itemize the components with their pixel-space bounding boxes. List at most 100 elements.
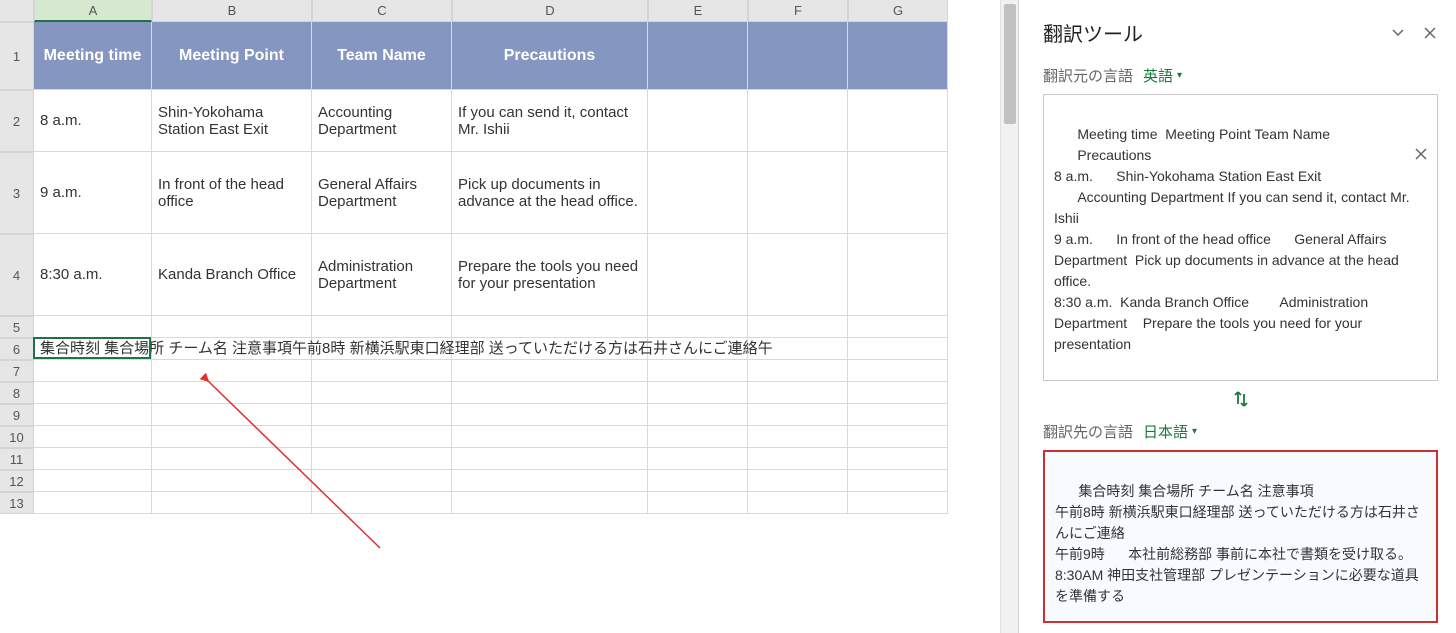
cell-B13[interactable] [152, 492, 312, 514]
cell-D8[interactable] [452, 382, 648, 404]
cell-B7[interactable] [152, 360, 312, 382]
cell-G13[interactable] [848, 492, 948, 514]
cell-B5[interactable] [152, 316, 312, 338]
cell-D4[interactable]: Prepare the tools you need for your pres… [452, 234, 648, 316]
cell-E12[interactable] [648, 470, 748, 492]
column-header-B[interactable]: B [152, 0, 312, 22]
column-header-F[interactable]: F [748, 0, 848, 22]
cell-C9[interactable] [312, 404, 452, 426]
cell-D7[interactable] [452, 360, 648, 382]
row-header-4[interactable]: 4 [0, 234, 34, 316]
cell-E8[interactable] [648, 382, 748, 404]
cell-G4[interactable] [848, 234, 948, 316]
cell-C10[interactable] [312, 426, 452, 448]
scrollbar-thumb[interactable] [1004, 4, 1016, 124]
cell-E3[interactable] [648, 152, 748, 234]
cell-F8[interactable] [748, 382, 848, 404]
cell-F9[interactable] [748, 404, 848, 426]
cell-D11[interactable] [452, 448, 648, 470]
cell-F11[interactable] [748, 448, 848, 470]
row-header-1[interactable]: 1 [0, 22, 34, 90]
source-text-box[interactable]: Meeting time Meeting Point Team Name Pre… [1043, 94, 1438, 381]
cell-A8[interactable] [34, 382, 152, 404]
row-header-13[interactable]: 13 [0, 492, 34, 514]
cell-G11[interactable] [848, 448, 948, 470]
cell-D12[interactable] [452, 470, 648, 492]
row-header-3[interactable]: 3 [0, 152, 34, 234]
cell-C4[interactable]: Administration Department [312, 234, 452, 316]
swap-languages-icon[interactable] [1231, 389, 1251, 415]
cell-E13[interactable] [648, 492, 748, 514]
cell-E1[interactable] [648, 22, 748, 90]
column-header-D[interactable]: D [452, 0, 648, 22]
cell-A11[interactable] [34, 448, 152, 470]
cell-E11[interactable] [648, 448, 748, 470]
clear-source-icon[interactable] [1415, 103, 1429, 117]
cell-F13[interactable] [748, 492, 848, 514]
cell-C11[interactable] [312, 448, 452, 470]
column-header-E[interactable]: E [648, 0, 748, 22]
target-text-box[interactable]: 集合時刻 集合場所 チーム名 注意事項 午前8時 新横浜駅東口経理部 送っていた… [1043, 450, 1438, 623]
cell-A1[interactable]: Meeting time [34, 22, 152, 90]
cell-F12[interactable] [748, 470, 848, 492]
cell-F2[interactable] [748, 90, 848, 152]
cell-A13[interactable] [34, 492, 152, 514]
cell-C13[interactable] [312, 492, 452, 514]
cell-D1[interactable]: Precautions [452, 22, 648, 90]
cell-D5[interactable] [452, 316, 648, 338]
close-icon[interactable] [1422, 25, 1438, 41]
cell-C3[interactable]: General Affairs Department [312, 152, 452, 234]
cell-B4[interactable]: Kanda Branch Office [152, 234, 312, 316]
column-header-G[interactable]: G [848, 0, 948, 22]
cell-A12[interactable] [34, 470, 152, 492]
cell-A3[interactable]: 9 a.m. [34, 152, 152, 234]
cell-F3[interactable] [748, 152, 848, 234]
cell-E4[interactable] [648, 234, 748, 316]
cell-F10[interactable] [748, 426, 848, 448]
cell-B1[interactable]: Meeting Point [152, 22, 312, 90]
cell-F7[interactable] [748, 360, 848, 382]
cell-B12[interactable] [152, 470, 312, 492]
cell-G12[interactable] [848, 470, 948, 492]
cell-B11[interactable] [152, 448, 312, 470]
target-language-dropdown[interactable]: 日本語 ▾ [1143, 421, 1197, 442]
cell-F5[interactable] [748, 316, 848, 338]
vertical-scrollbar[interactable] [1000, 0, 1018, 633]
row-header-6[interactable]: 6 [0, 338, 34, 360]
cell-B8[interactable] [152, 382, 312, 404]
row-header-8[interactable]: 8 [0, 382, 34, 404]
row-header-10[interactable]: 10 [0, 426, 34, 448]
cell-F4[interactable] [748, 234, 848, 316]
cell-D3[interactable]: Pick up documents in advance at the head… [452, 152, 648, 234]
cell-C1[interactable]: Team Name [312, 22, 452, 90]
cell-C8[interactable] [312, 382, 452, 404]
cell-E7[interactable] [648, 360, 748, 382]
cell-A2[interactable]: 8 a.m. [34, 90, 152, 152]
cell-E9[interactable] [648, 404, 748, 426]
spreadsheet-area[interactable]: ABCDEFG1Meeting timeMeeting PointTeam Na… [0, 0, 1018, 633]
select-all-corner[interactable] [0, 0, 34, 22]
column-header-C[interactable]: C [312, 0, 452, 22]
row-header-7[interactable]: 7 [0, 360, 34, 382]
cell-G10[interactable] [848, 426, 948, 448]
cell-E5[interactable] [648, 316, 748, 338]
cell-F1[interactable] [748, 22, 848, 90]
cell-E10[interactable] [648, 426, 748, 448]
cell-E2[interactable] [648, 90, 748, 152]
cell-A9[interactable] [34, 404, 152, 426]
cell-A7[interactable] [34, 360, 152, 382]
cell-G3[interactable] [848, 152, 948, 234]
cell-G9[interactable] [848, 404, 948, 426]
cell-G2[interactable] [848, 90, 948, 152]
cell-B2[interactable]: Shin-Yokohama Station East Exit [152, 90, 312, 152]
cell-A4[interactable]: 8:30 a.m. [34, 234, 152, 316]
cell-C12[interactable] [312, 470, 452, 492]
row-header-9[interactable]: 9 [0, 404, 34, 426]
cell-G7[interactable] [848, 360, 948, 382]
row-header-5[interactable]: 5 [0, 316, 34, 338]
cell-C7[interactable] [312, 360, 452, 382]
cell-A5[interactable] [34, 316, 152, 338]
cell-D13[interactable] [452, 492, 648, 514]
cell-G8[interactable] [848, 382, 948, 404]
cell-B3[interactable]: In front of the head office [152, 152, 312, 234]
